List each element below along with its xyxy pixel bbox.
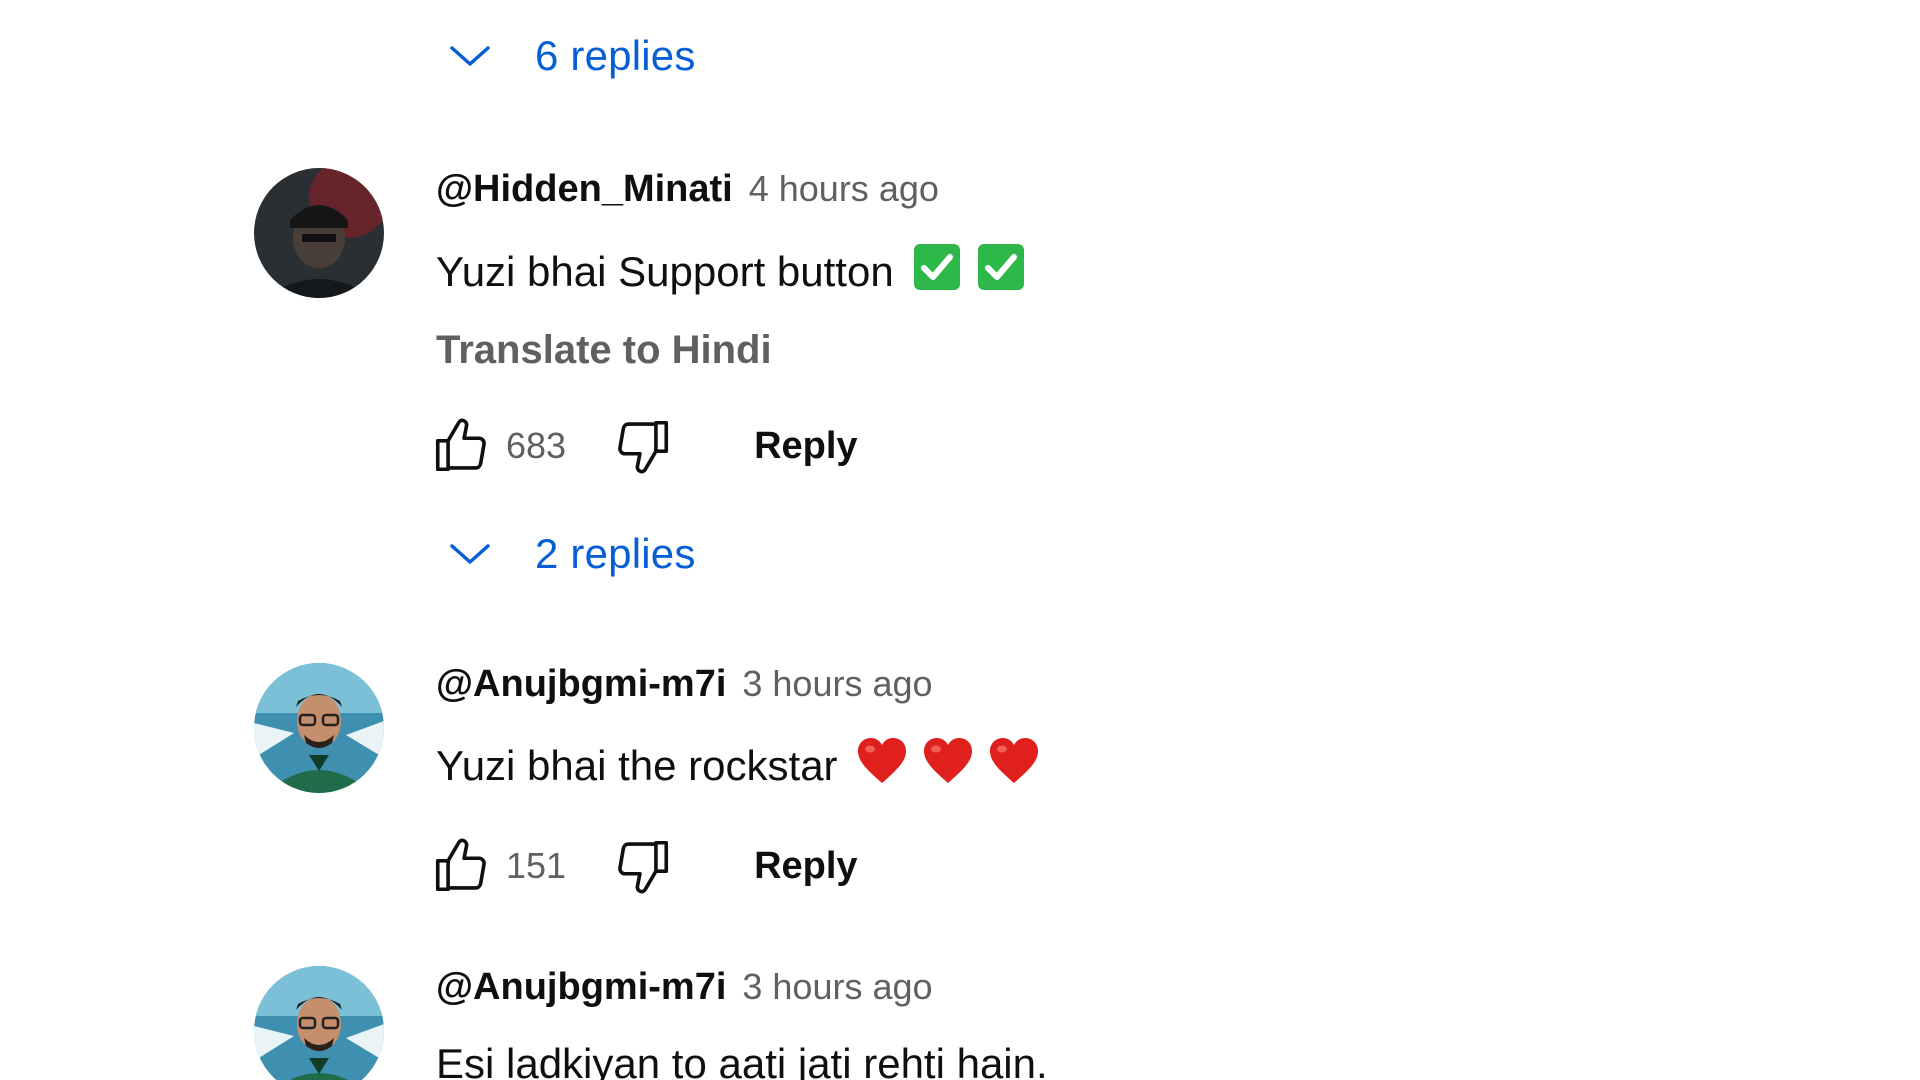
like-count: 151 [506,845,567,886]
red-heart-emoji-icon [922,737,974,795]
comment-toolbar: 683 Reply [426,411,1026,481]
avatar[interactable] [254,663,384,793]
red-heart-emoji-icon [856,737,908,795]
comment-timestamp[interactable]: 3 hours ago [742,663,932,705]
show-replies-button[interactable]: 6 replies [445,26,696,86]
dislike-button[interactable] [608,411,678,481]
show-replies-button[interactable]: 2 replies [445,524,696,584]
comment-author[interactable]: @Anujbgmi-m7i [436,966,726,1009]
comment-text-body: Yuzi bhai Support button [436,248,894,295]
check-mark-emoji-icon [976,242,1026,302]
thumbs-down-icon [618,840,669,894]
comment-author[interactable]: @Hidden_Minati [436,168,733,211]
comment-body: @Anujbgmi-m7i 3 hours ago Esi ladkiyan t… [436,966,1048,1080]
dislike-button[interactable] [608,831,678,901]
like-button[interactable] [426,411,496,481]
comment-timestamp[interactable]: 4 hours ago [749,168,939,210]
comment-text: Yuzi bhai the rockstar [436,737,1040,795]
avatar[interactable] [254,966,384,1080]
like-button[interactable] [426,831,496,901]
comment-body: @Anujbgmi-m7i 3 hours ago Yuzi bhai the … [435,663,1040,901]
check-mark-emoji-icon [912,242,962,302]
chevron-down-icon [445,539,495,569]
reply-button[interactable]: Reply [754,425,857,468]
reply-button[interactable]: Reply [754,845,857,888]
comment-author[interactable]: @Anujbgmi-m7i [436,663,726,706]
avatar[interactable] [254,168,384,298]
thumbs-up-icon [435,418,486,472]
comment-toolbar: 151 Reply [426,831,1040,901]
thumbs-up-icon [435,838,486,892]
translate-button[interactable]: Translate to Hindi [436,328,1026,373]
comment-text-body: Esi ladkiyan to aati jati rehti hain. [436,1040,1048,1080]
comment-text: Yuzi bhai Support button [436,242,1026,302]
replies-count-label: 6 replies [535,32,696,79]
red-heart-emoji-icon [988,737,1040,795]
comments-page: 6 replies @Hidden_Minati 4 hours ago Yuz… [0,0,1920,1080]
thumbs-down-icon [618,420,669,474]
comment-text-body: Yuzi bhai the rockstar [436,742,838,789]
replies-count-label: 2 replies [535,530,696,577]
comment-body: @Hidden_Minati 4 hours ago Yuzi bhai Sup… [435,168,1026,481]
comment-timestamp[interactable]: 3 hours ago [742,966,932,1008]
chevron-down-icon [445,41,495,71]
like-count: 683 [506,425,567,466]
comment-text: Esi ladkiyan to aati jati rehti hain. [436,1040,1048,1080]
